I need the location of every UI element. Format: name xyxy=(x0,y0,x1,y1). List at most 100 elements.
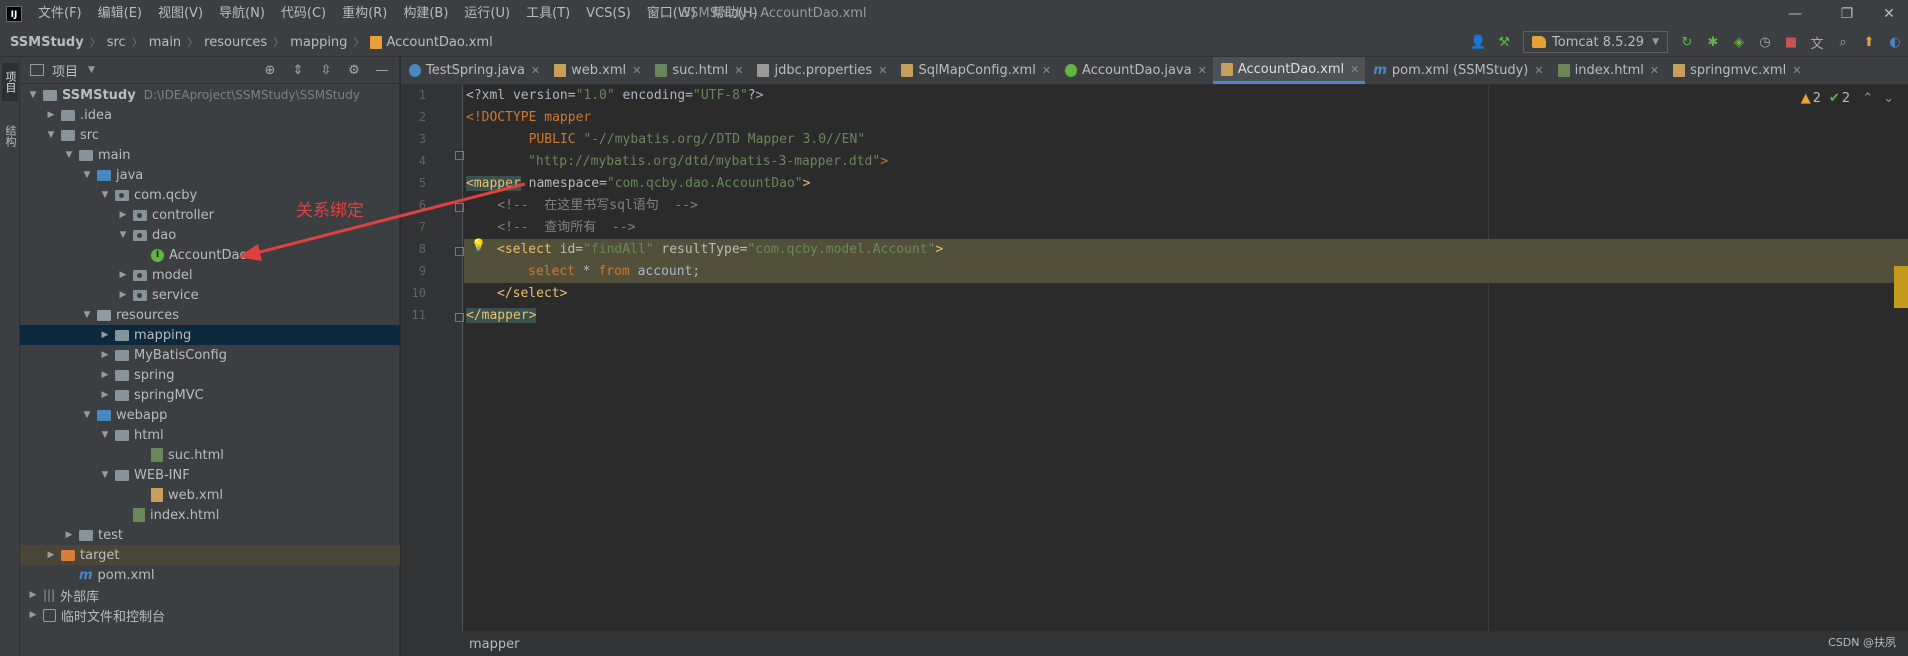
expanded-arrow-icon[interactable]: ▼ xyxy=(80,170,94,180)
chevron-down-icon[interactable]: ⌄ xyxy=(1883,91,1894,106)
menu-navigate[interactable]: 导航(N) xyxy=(211,0,273,28)
editor-tab[interactable]: suc.html ✕ xyxy=(647,57,749,84)
stop-icon[interactable]: ■ xyxy=(1780,31,1802,53)
tree-item[interactable]: ▶ target xyxy=(20,545,400,565)
editor-gutter[interactable]: 1 2 3 4 5 6 7 8 9 10 11 xyxy=(401,85,463,631)
tree-item[interactable]: web.xml xyxy=(20,485,400,505)
collapsed-arrow-icon[interactable]: ▶ xyxy=(98,370,112,380)
expanded-arrow-icon[interactable]: ▼ xyxy=(26,90,40,100)
close-tab-icon[interactable]: ✕ xyxy=(878,64,887,77)
collapsed-arrow-icon[interactable]: ▶ xyxy=(116,270,130,280)
breadcrumb-project[interactable]: SSMStudy xyxy=(10,35,84,50)
rerun-icon[interactable]: ↻ xyxy=(1676,31,1698,53)
lightbulb-icon[interactable]: 💡 xyxy=(471,238,486,252)
collapsed-arrow-icon[interactable]: ▶ xyxy=(116,290,130,300)
tree-item[interactable]: ▼ src xyxy=(20,125,400,145)
code-line-10[interactable]: </select> xyxy=(464,283,1908,305)
user-icon[interactable]: 👤 xyxy=(1467,31,1489,53)
hide-panel-icon[interactable]: — xyxy=(371,63,393,78)
tree-item[interactable]: ▶ springMVC xyxy=(20,385,400,405)
collapsed-arrow-icon[interactable]: ▶ xyxy=(98,390,112,400)
close-tab-icon[interactable]: ✕ xyxy=(1350,63,1359,76)
code-line-7[interactable]: <!-- 查询所有 --> xyxy=(464,217,1908,239)
code-line-5[interactable]: <mapper namespace="com.qcby.dao.AccountD… xyxy=(464,173,1908,195)
tree-item[interactable]: ▶ spring xyxy=(20,365,400,385)
tree-item[interactable]: I AccountDao xyxy=(20,245,400,265)
code-line-8[interactable]: <select id="findAll" resultType="com.qcb… xyxy=(464,239,1908,261)
expanded-arrow-icon[interactable]: ▼ xyxy=(80,410,94,420)
tree-item[interactable]: ▼ html xyxy=(20,425,400,445)
translate-icon[interactable]: 文 xyxy=(1806,31,1828,53)
close-tab-icon[interactable]: ✕ xyxy=(734,64,743,77)
tree-item[interactable]: ▼ SSMStudy D:\IDEAproject\SSMStudy\SSMStud… xyxy=(20,85,400,105)
fold-marker-icon[interactable] xyxy=(455,203,464,212)
menu-file[interactable]: 文件(F) xyxy=(30,0,90,28)
minimize-icon[interactable]: — xyxy=(1772,0,1818,28)
tree-item[interactable]: m pom.xml xyxy=(20,565,400,585)
collapsed-arrow-icon[interactable]: ▶ xyxy=(44,550,58,560)
code-line-9[interactable]: select * from account; xyxy=(464,261,1908,283)
collapsed-arrow-icon[interactable]: ▶ xyxy=(116,210,130,220)
fold-marker-icon[interactable] xyxy=(455,247,464,256)
tree-item[interactable]: ▼ webapp xyxy=(20,405,400,425)
menu-build[interactable]: 构建(B) xyxy=(395,0,456,28)
tree-item[interactable]: ▼ java xyxy=(20,165,400,185)
search-icon[interactable]: ⌕ xyxy=(1832,31,1854,53)
close-window-icon[interactable]: ✕ xyxy=(1866,0,1908,28)
expanded-arrow-icon[interactable]: ▼ xyxy=(98,430,112,440)
breadcrumb-src[interactable]: src xyxy=(107,35,126,50)
breadcrumb-main[interactable]: main xyxy=(149,35,181,50)
plugin-icon[interactable]: ◐ xyxy=(1884,31,1906,53)
build-hammer-icon[interactable]: ⚒ xyxy=(1493,31,1515,53)
collapse-all-icon[interactable]: ⇳ xyxy=(315,63,337,78)
close-tab-icon[interactable]: ✕ xyxy=(1042,64,1051,77)
tree-item[interactable]: ▶ 临时文件和控制台 xyxy=(20,605,400,625)
close-tab-icon[interactable]: ✕ xyxy=(632,64,641,77)
menu-view[interactable]: 视图(V) xyxy=(150,0,211,28)
structure-tool-tab[interactable]: 结构 xyxy=(2,117,18,155)
restore-icon[interactable]: ❐ xyxy=(1824,0,1870,28)
tree-item[interactable]: ▶ test xyxy=(20,525,400,545)
collapsed-arrow-icon[interactable]: ▶ xyxy=(26,590,40,600)
editor-tab[interactable]: springmvc.xml ✕ xyxy=(1665,57,1807,84)
close-tab-icon[interactable]: ✕ xyxy=(1198,64,1207,77)
tree-item[interactable]: ▶ mapping xyxy=(20,325,400,345)
editor-tab[interactable]: m pom.xml (SSMStudy) ✕ xyxy=(1365,57,1549,84)
breadcrumb-file[interactable]: AccountDao.xml xyxy=(370,35,493,50)
scrollbar-highlight-marker[interactable] xyxy=(1894,266,1908,308)
code-line-1[interactable]: <?xml version="1.0" encoding="UTF-8"?> xyxy=(464,85,1908,107)
editor-tab[interactable]: TestSpring.java ✕ xyxy=(401,57,546,84)
locate-file-icon[interactable]: ⊕ xyxy=(259,63,281,78)
expanded-arrow-icon[interactable]: ▼ xyxy=(116,230,130,240)
collapsed-arrow-icon[interactable]: ▶ xyxy=(98,350,112,360)
gear-icon[interactable]: ⚙ xyxy=(343,63,365,78)
menu-edit[interactable]: 编辑(E) xyxy=(90,0,150,28)
tree-item[interactable]: ▼ resources xyxy=(20,305,400,325)
tree-item[interactable]: ▼ main xyxy=(20,145,400,165)
close-tab-icon[interactable]: ✕ xyxy=(1534,64,1543,77)
expanded-arrow-icon[interactable]: ▼ xyxy=(98,470,112,480)
tree-item[interactable]: ▶ model xyxy=(20,265,400,285)
editor-tab[interactable]: jdbc.properties ✕ xyxy=(749,57,893,84)
menu-vcs[interactable]: VCS(S) xyxy=(578,0,639,28)
code-line-11[interactable]: </mapper> xyxy=(464,305,1908,327)
editor-tab[interactable]: AccountDao.java ✕ xyxy=(1057,57,1213,84)
debug-icon[interactable]: ✱ xyxy=(1702,31,1724,53)
tree-item[interactable]: ▶ MyBatisConfig xyxy=(20,345,400,365)
expand-all-icon[interactable]: ⇕ xyxy=(287,63,309,78)
close-tab-icon[interactable]: ✕ xyxy=(531,64,540,77)
code-line-4[interactable]: "http://mybatis.org/dtd/mybatis-3-mapper… xyxy=(464,151,1908,173)
editor-tab[interactable]: SqlMapConfig.xml ✕ xyxy=(893,57,1057,84)
menu-tools[interactable]: 工具(T) xyxy=(518,0,578,28)
editor-tab[interactable]: AccountDao.xml ✕ xyxy=(1212,57,1366,84)
collapsed-arrow-icon[interactable]: ▶ xyxy=(26,610,40,620)
code-editor[interactable]: 1 2 3 4 5 6 7 8 9 10 11 <?xml version="1.0" encodi… xyxy=(401,85,1908,631)
collapsed-arrow-icon[interactable]: ▶ xyxy=(62,530,76,540)
menu-code[interactable]: 代码(C) xyxy=(273,0,334,28)
project-tool-tab[interactable]: 项目 xyxy=(2,63,18,101)
chevron-down-icon[interactable]: ▼ xyxy=(88,65,95,75)
tree-item[interactable]: ▶ ||| 外部库 xyxy=(20,585,400,605)
close-tab-icon[interactable]: ✕ xyxy=(1792,64,1801,77)
run-configuration-select[interactable]: Tomcat 8.5.29 ▼ xyxy=(1523,31,1668,53)
editor-breadcrumb-tag[interactable]: mapper xyxy=(469,637,519,652)
